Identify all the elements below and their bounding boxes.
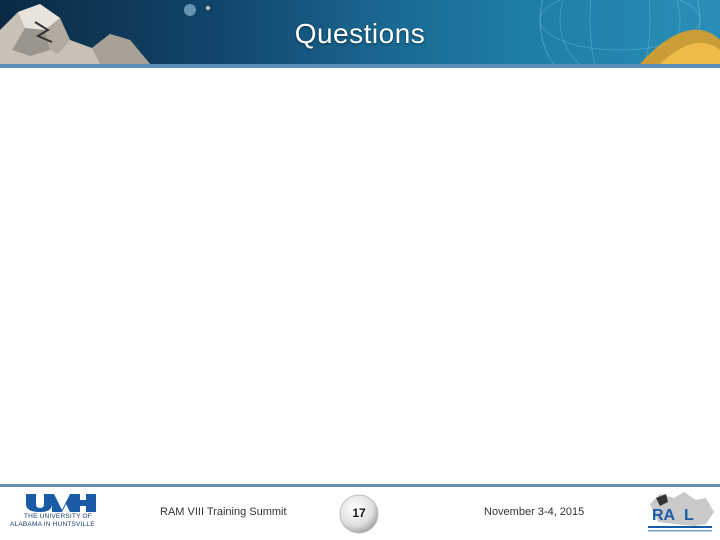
page-number: 17 (352, 506, 366, 520)
footer-divider (0, 484, 720, 487)
svg-text:RA: RA (652, 507, 676, 524)
slide-header-banner: Questions (0, 0, 720, 64)
footer-date: November 3-4, 2015 (484, 506, 585, 518)
footer-event-name: RAM VIII Training Summit (160, 506, 287, 518)
slide-title: Questions (294, 18, 426, 49)
uah-line-2: ALABAMA IN HUNTSVILLE (10, 521, 95, 528)
svg-text:L: L (684, 507, 694, 524)
uah-wordmark: THE UNIVERSITY OF ALABAMA IN HUNTSVILLE (10, 513, 110, 529)
uah-line-1: THE UNIVERSITY OF (24, 513, 92, 520)
rmal-logo: RA L (648, 492, 714, 532)
header-divider (0, 64, 720, 68)
